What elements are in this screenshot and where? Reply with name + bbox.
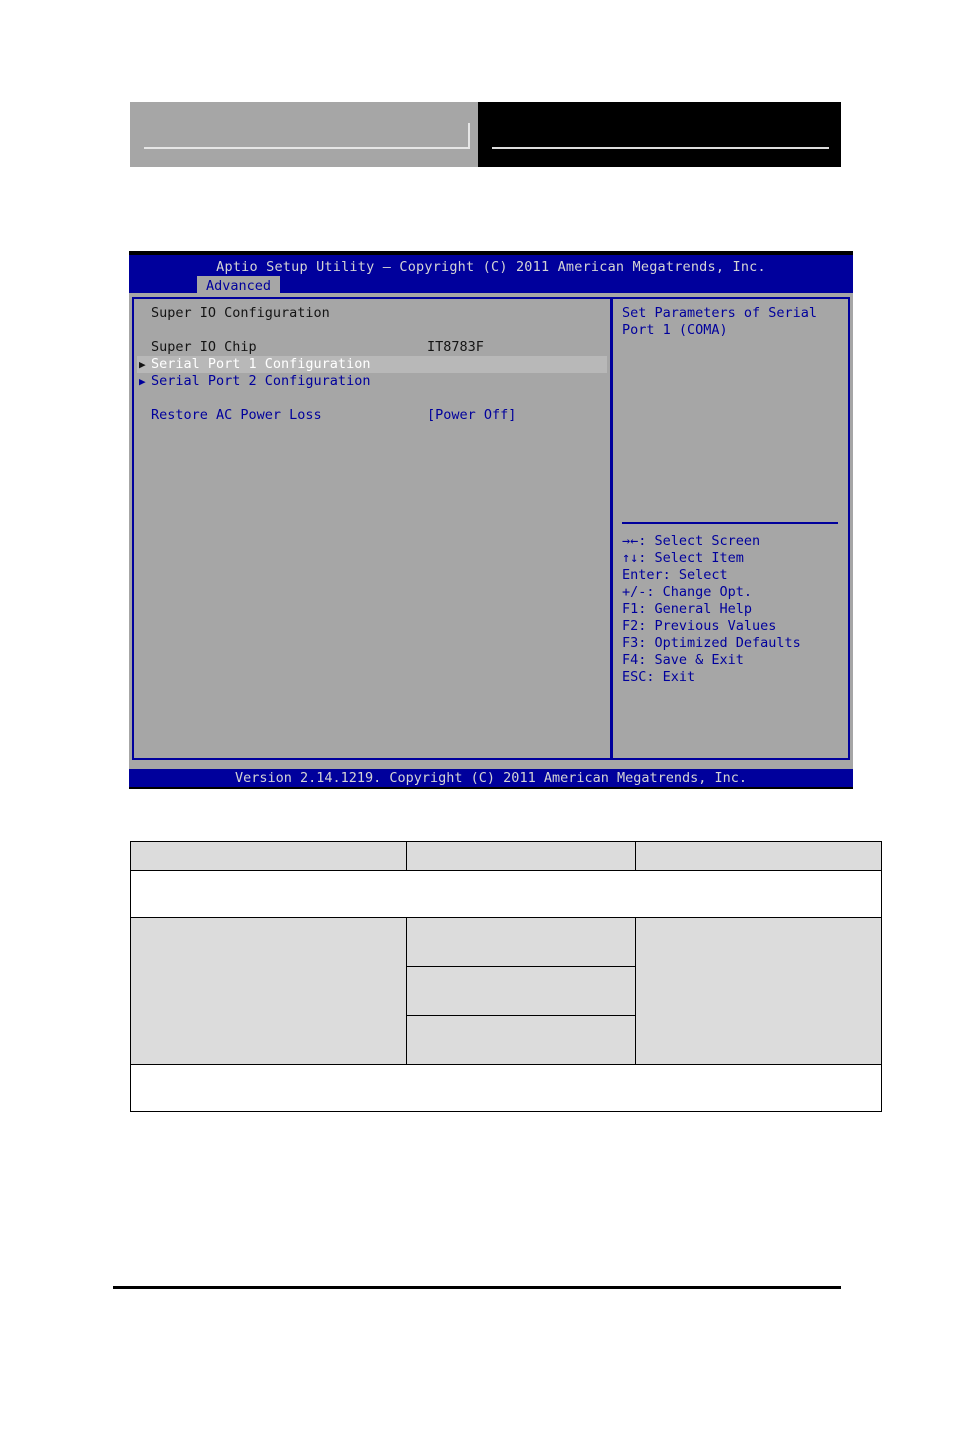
option-value-restore-ac-power-loss: [Power Off]	[427, 407, 517, 423]
table-row	[130, 1064, 882, 1112]
document-header	[130, 102, 841, 167]
bios-help-pane: Set Parameters of Serial Port 1 (COMA) →…	[618, 297, 843, 760]
table-cell	[130, 870, 882, 918]
key-legend: →←: Select Screen ↑↓: Select Item Enter:…	[622, 533, 801, 686]
key-legend-select-screen: →←: Select Screen	[622, 533, 761, 549]
bios-footer: Version 2.14.1219. Copyright (C) 2011 Am…	[129, 769, 853, 787]
header-left-rule	[144, 147, 470, 149]
table-cell	[406, 841, 636, 871]
bios-setup-screenshot: Aptio Setup Utility – Copyright (C) 2011…	[129, 251, 853, 789]
help-text: Set Parameters of Serial Port 1 (COMA)	[622, 305, 818, 338]
option-label-serial-port-1: Serial Port 1 Configuration	[151, 356, 371, 372]
submenu-arrow-icon: ▶	[139, 358, 146, 371]
key-legend-optimized-defaults: F3: Optimized Defaults	[622, 635, 801, 651]
key-legend-general-help: F1: General Help	[622, 601, 753, 617]
option-row-serial-port-2[interactable]: ▶ Serial Port 2 Configuration	[137, 373, 607, 390]
option-value-super-io-chip: IT8783F	[427, 339, 484, 355]
option-row-restore-ac-power-loss[interactable]: Restore AC Power Loss [Power Off]	[137, 407, 607, 424]
table-row	[130, 917, 882, 1065]
header-right-rule	[492, 147, 829, 149]
table-cell	[635, 917, 882, 1065]
table-row	[130, 841, 882, 871]
table-cell	[130, 917, 407, 1065]
table-row	[130, 870, 882, 918]
header-box-right	[478, 102, 841, 167]
section-heading-row: Super IO Configuration	[137, 305, 607, 322]
help-divider	[622, 522, 838, 524]
key-legend-save-exit: F4: Save & Exit	[622, 652, 744, 668]
bios-title: Aptio Setup Utility – Copyright (C) 2011…	[216, 259, 766, 275]
bios-version-text: Version 2.14.1219. Copyright (C) 2011 Am…	[234, 770, 748, 786]
table-cell	[406, 1015, 636, 1065]
key-legend-select-item: ↑↓: Select Item	[622, 550, 744, 566]
option-row-serial-port-1[interactable]: ▶ Serial Port 1 Configuration	[137, 356, 607, 373]
table-cell	[130, 1064, 882, 1112]
header-box-left	[130, 102, 478, 167]
header-left-vertical-rule	[468, 123, 470, 149]
section-heading: Super IO Configuration	[151, 305, 330, 321]
option-row-super-io-chip: Super IO Chip IT8783F	[137, 339, 607, 356]
table-cell	[130, 841, 407, 871]
key-legend-previous-values: F2: Previous Values	[622, 618, 777, 634]
table-cell	[635, 841, 882, 871]
spec-table-body	[130, 841, 882, 1112]
spec-table	[130, 841, 882, 1112]
key-legend-enter-select: Enter: Select	[622, 567, 728, 583]
bios-settings-pane: Super IO Configuration Super IO Chip IT8…	[137, 297, 607, 760]
table-cell	[406, 917, 636, 967]
option-label-serial-port-2: Serial Port 2 Configuration	[151, 373, 371, 389]
option-label-restore-ac-power-loss: Restore AC Power Loss	[151, 407, 322, 423]
submenu-arrow-icon: ▶	[139, 375, 146, 388]
option-label-super-io-chip: Super IO Chip	[151, 339, 257, 355]
key-legend-esc-exit: ESC: Exit	[622, 669, 696, 685]
bios-body: Super IO Configuration Super IO Chip IT8…	[129, 293, 853, 769]
page-bottom-rule	[113, 1286, 841, 1289]
bios-pane-divider	[610, 297, 613, 760]
key-legend-change-opt: +/-: Change Opt.	[622, 584, 753, 600]
bios-titlebar: Aptio Setup Utility – Copyright (C) 2011…	[129, 255, 853, 298]
table-cell	[406, 966, 636, 1016]
